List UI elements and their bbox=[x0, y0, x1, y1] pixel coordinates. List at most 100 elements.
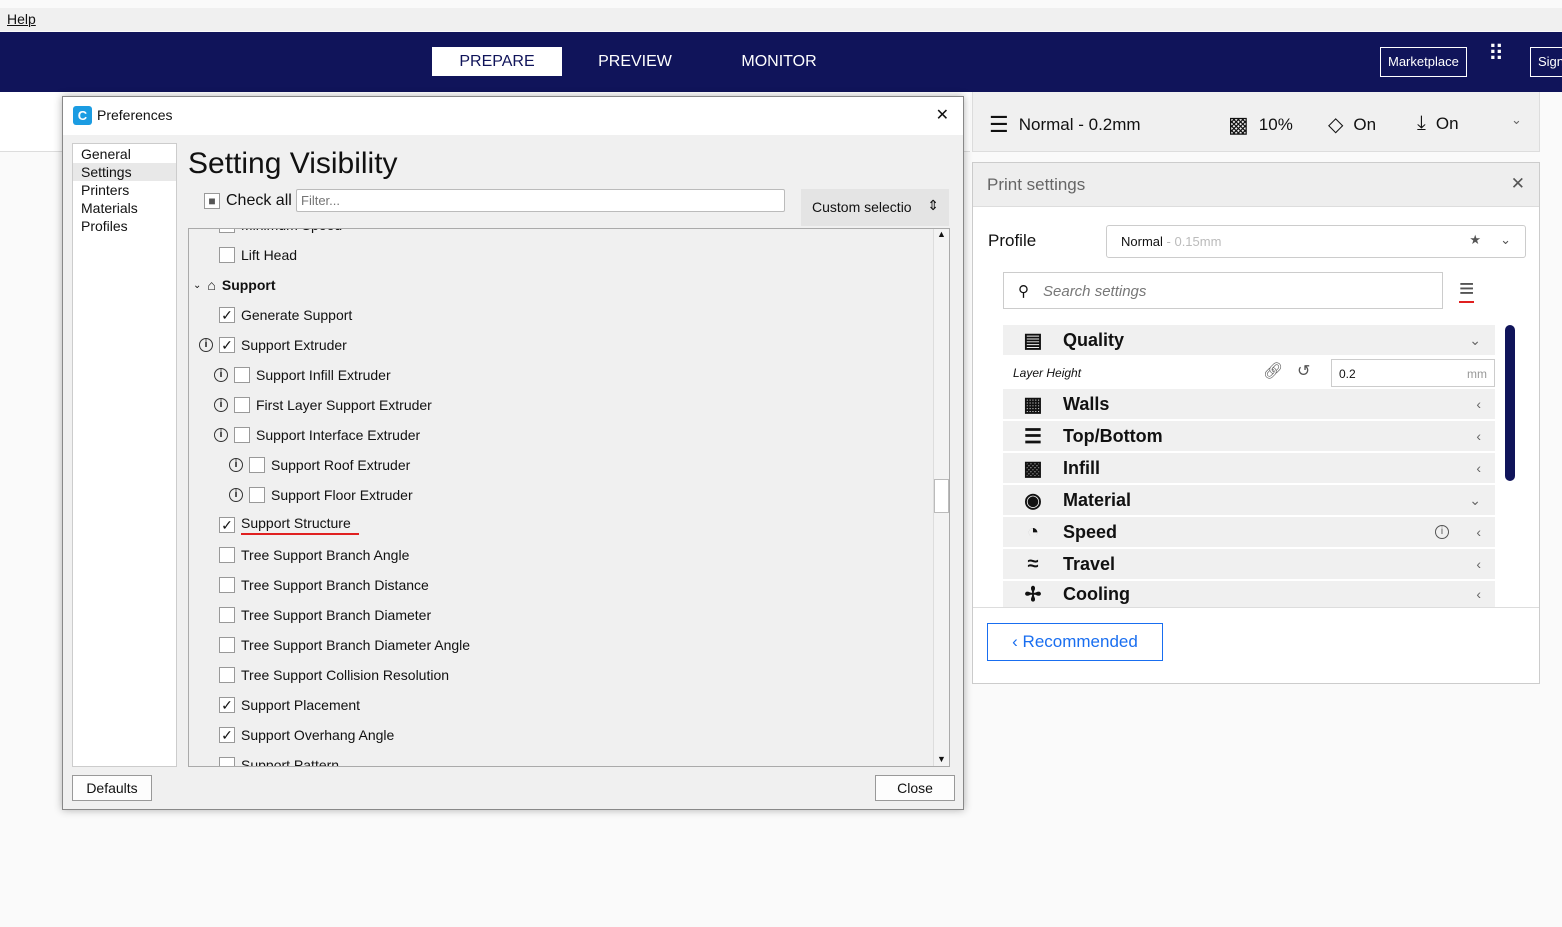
info-icon[interactable]: i bbox=[229, 488, 243, 502]
setting-label: Tree Support Collision Resolution bbox=[241, 667, 450, 683]
info-icon[interactable]: i bbox=[214, 428, 228, 442]
tab-preview[interactable]: PREVIEW bbox=[580, 47, 690, 76]
category-quality[interactable]: ▤ Quality ⌄ bbox=[1003, 325, 1495, 355]
setting-checkbox[interactable] bbox=[219, 637, 235, 653]
setting-label: Generate Support bbox=[241, 307, 353, 323]
scroll-up-icon[interactable]: ▲ bbox=[934, 229, 949, 239]
setting-checkbox[interactable] bbox=[219, 577, 235, 593]
cura-logo-icon: C bbox=[73, 106, 92, 125]
category-cooling[interactable]: ✢ Cooling ‹ bbox=[1003, 581, 1495, 607]
app-header: PREPARE PREVIEW MONITOR Marketplace ⠿ Si… bbox=[0, 32, 1562, 92]
check-all-checkbox[interactable]: ■ Check all bbox=[204, 191, 292, 211]
preset-select[interactable]: Custom selection ⇕ bbox=[801, 189, 949, 226]
setting-row[interactable]: i First Layer Support Extruder bbox=[214, 395, 432, 415]
marketplace-button[interactable]: Marketplace bbox=[1380, 47, 1467, 77]
quality-icon: ▤ bbox=[1023, 329, 1043, 352]
nav-printers[interactable]: Printers bbox=[73, 181, 176, 199]
chevron-down-icon[interactable]: ⌄ bbox=[1511, 112, 1522, 128]
close-button[interactable]: Close bbox=[875, 775, 955, 801]
info-icon[interactable]: i bbox=[199, 338, 213, 352]
setting-checkbox[interactable] bbox=[219, 667, 235, 683]
tab-prepare[interactable]: PREPARE bbox=[432, 47, 562, 76]
updown-icon: ⇕ bbox=[927, 197, 939, 213]
nav-profiles[interactable]: Profiles bbox=[73, 217, 176, 235]
setting-checkbox[interactable]: ✓ bbox=[219, 337, 235, 353]
setting-row[interactable]: i ✓ Support Extruder bbox=[199, 335, 347, 355]
reset-icon[interactable]: ↺ bbox=[1297, 361, 1310, 381]
section-support[interactable]: ⌄ ⌂ Support bbox=[193, 275, 276, 295]
info-icon[interactable]: i bbox=[229, 458, 243, 472]
setting-row[interactable]: Support Pattern bbox=[219, 755, 339, 766]
setting-checkbox[interactable]: ✓ bbox=[219, 697, 235, 713]
category-speed[interactable]: ◔ Speed i ‹ bbox=[1003, 517, 1495, 547]
nav-settings[interactable]: Settings bbox=[73, 163, 176, 181]
search-settings-input[interactable]: ⚲ Search settings bbox=[1003, 272, 1443, 309]
setting-checkbox[interactable] bbox=[234, 367, 250, 383]
category-material[interactable]: ◉ Material ⌄ bbox=[1003, 485, 1495, 515]
chevron-left-icon: ‹ bbox=[1476, 556, 1481, 572]
chevron-down-icon: ⌄ bbox=[1469, 331, 1481, 348]
chevron-left-icon: ‹ bbox=[1476, 524, 1481, 540]
setting-checkbox[interactable] bbox=[219, 547, 235, 563]
setting-row[interactable]: Tree Support Collision Resolution bbox=[219, 665, 449, 685]
setting-checkbox[interactable] bbox=[219, 229, 235, 233]
list-scrollbar[interactable]: ▲ ▼ bbox=[933, 229, 949, 766]
scroll-down-icon[interactable]: ▼ bbox=[934, 754, 949, 764]
layer-height-input[interactable]: 0.2 mm bbox=[1331, 359, 1495, 387]
setting-checkbox[interactable]: ✓ bbox=[219, 307, 235, 323]
setting-row[interactable]: i Support Interface Extruder bbox=[214, 425, 420, 445]
chevron-down-icon: ⌄ bbox=[1469, 491, 1481, 508]
setting-row[interactable]: ✓ Generate Support bbox=[219, 305, 352, 325]
settings-menu-icon[interactable]: ≡ bbox=[1459, 275, 1475, 303]
star-icon[interactable]: ★ bbox=[1469, 232, 1481, 248]
info-icon[interactable]: i bbox=[214, 368, 228, 382]
setting-row[interactable]: i Support Roof Extruder bbox=[229, 455, 410, 475]
support-value: On bbox=[1353, 114, 1377, 134]
category-walls[interactable]: ▦ Walls ‹ bbox=[1003, 389, 1495, 419]
category-travel[interactable]: ≈ Travel ‹ bbox=[1003, 549, 1495, 579]
nav-materials[interactable]: Materials bbox=[73, 199, 176, 217]
scrollbar-thumb[interactable] bbox=[934, 479, 949, 513]
setting-checkbox[interactable] bbox=[234, 427, 250, 443]
setting-row[interactable]: Tree Support Branch Distance bbox=[219, 575, 429, 595]
setting-checkbox[interactable]: ✓ bbox=[219, 727, 235, 743]
setting-checkbox[interactable] bbox=[234, 397, 250, 413]
apps-grid-icon[interactable]: ⠿ bbox=[1488, 43, 1504, 65]
setting-row[interactable]: Lift Head bbox=[219, 245, 297, 265]
menu-help[interactable]: Help bbox=[7, 11, 36, 27]
print-setup-bar[interactable]: ☰ Normal - 0.2mm ▩ 10% ◇ On ⤓ On ⌄ bbox=[972, 92, 1540, 152]
setting-label: Support Overhang Angle bbox=[241, 727, 395, 743]
setting-checkbox[interactable]: ✓ bbox=[219, 517, 235, 533]
setting-checkbox[interactable] bbox=[219, 247, 235, 263]
setting-checkbox[interactable] bbox=[219, 757, 235, 766]
setting-row[interactable]: ✓ Support Structure bbox=[219, 515, 359, 535]
setting-checkbox[interactable] bbox=[249, 457, 265, 473]
setting-row[interactable]: Tree Support Branch Diameter bbox=[219, 605, 431, 625]
category-top-bottom[interactable]: ☰ Top/Bottom ‹ bbox=[1003, 421, 1495, 451]
setting-row[interactable]: Tree Support Branch Angle bbox=[219, 545, 409, 565]
setting-row[interactable]: i Support Floor Extruder bbox=[229, 485, 413, 505]
setting-row[interactable]: Tree Support Branch Diameter Angle bbox=[219, 635, 470, 655]
setting-row[interactable]: Minimum Speed bbox=[219, 229, 342, 235]
defaults-button[interactable]: Defaults bbox=[72, 775, 152, 801]
setting-row[interactable]: ✓ Support Placement bbox=[219, 695, 360, 715]
profile-select[interactable]: Normal - 0.15mm ★ ⌄ bbox=[1106, 225, 1526, 258]
filter-input[interactable] bbox=[296, 189, 785, 212]
setting-checkbox[interactable] bbox=[249, 487, 265, 503]
nav-general[interactable]: General bbox=[73, 145, 176, 163]
link-icon[interactable]: 🔗︎ bbox=[1263, 361, 1283, 381]
scrollbar[interactable] bbox=[1505, 325, 1515, 481]
close-icon[interactable]: ✕ bbox=[1511, 174, 1525, 194]
setting-row[interactable]: ✓ Support Overhang Angle bbox=[219, 725, 394, 745]
recommended-button[interactable]: ‹ Recommended bbox=[987, 623, 1163, 661]
tab-monitor[interactable]: MONITOR bbox=[720, 47, 838, 76]
category-infill[interactable]: ▩ Infill ‹ bbox=[1003, 453, 1495, 483]
sign-in-button[interactable]: Sign bbox=[1530, 47, 1562, 77]
print-settings-panel: Print settings ✕ Profile Normal - 0.15mm … bbox=[972, 162, 1540, 684]
setting-checkbox[interactable] bbox=[219, 607, 235, 623]
recommended-label: Recommended bbox=[1022, 632, 1138, 651]
close-icon[interactable]: ✕ bbox=[936, 105, 949, 125]
setting-row[interactable]: i Support Infill Extruder bbox=[214, 365, 391, 385]
info-icon[interactable]: i bbox=[1435, 525, 1449, 539]
info-icon[interactable]: i bbox=[214, 398, 228, 412]
